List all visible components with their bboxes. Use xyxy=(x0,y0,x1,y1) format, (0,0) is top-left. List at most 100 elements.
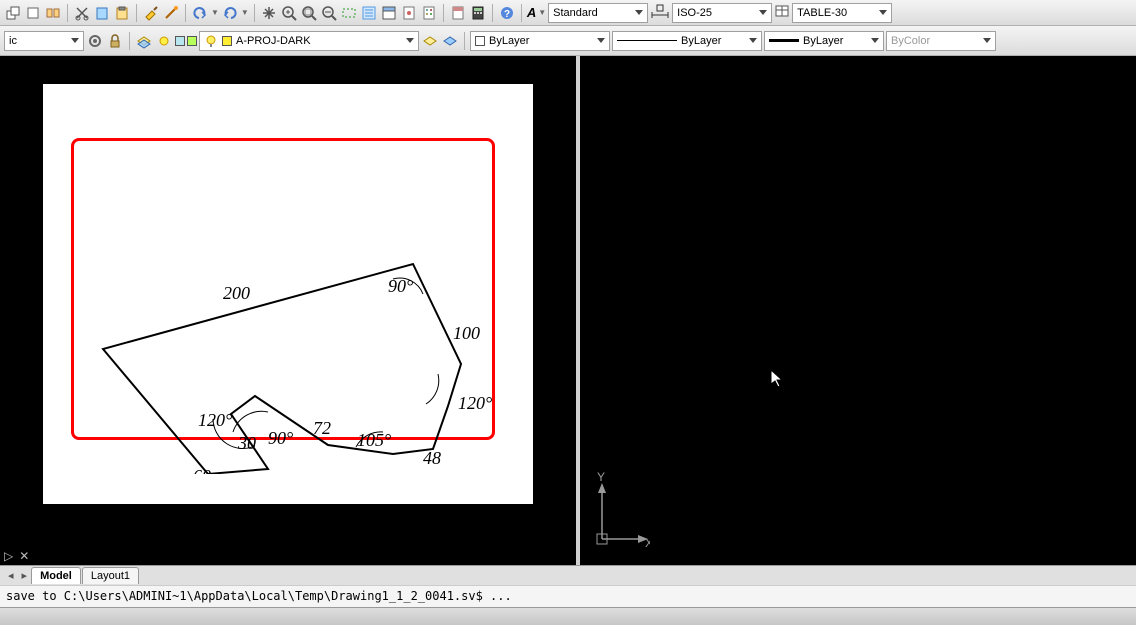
tab-scroll-right[interactable]: ▸ xyxy=(18,569,32,582)
tab-layout1[interactable]: Layout1 xyxy=(82,567,139,584)
linetype-dropdown[interactable]: ByLayer xyxy=(612,31,762,51)
properties-icon[interactable] xyxy=(380,4,398,22)
redo-icon[interactable] xyxy=(221,4,239,22)
tab-model-label: Model xyxy=(40,570,72,582)
color-value: ByLayer xyxy=(489,35,529,47)
angle-90: 90° xyxy=(388,276,413,296)
lineweight-value: ByLayer xyxy=(803,35,843,47)
bulb-icon xyxy=(204,34,218,48)
workspace: 200 100 48 72 30 60 90° 120° 105° 90° 12… xyxy=(0,56,1136,565)
chevron-down-icon xyxy=(635,10,643,15)
help-icon[interactable]: ? xyxy=(498,4,516,22)
left-viewport[interactable]: 200 100 48 72 30 60 90° 120° 105° 90° 12… xyxy=(0,56,576,565)
dim-100: 100 xyxy=(453,323,480,343)
angle-120b: 120° xyxy=(198,410,232,430)
color-dropdown[interactable]: ByLayer xyxy=(470,31,610,51)
color-swatch xyxy=(475,36,485,46)
plotstyle-dropdown[interactable]: ByColor xyxy=(886,31,996,51)
brush-icon[interactable] xyxy=(162,4,180,22)
layer-states-icon[interactable] xyxy=(135,32,153,50)
angle-105: 105° xyxy=(357,430,391,450)
ucs-x-label: X xyxy=(645,536,650,549)
status-bar xyxy=(0,607,1136,625)
toolbar-row-1: ▼ ▼ ? A ▼ Standard ISO-25 TABLE-30 xyxy=(0,0,1136,26)
dim-style-dropdown[interactable]: ISO-25 xyxy=(672,3,772,23)
right-viewport[interactable]: X Y xyxy=(580,56,1136,565)
mini-command: ▷ ✕ xyxy=(4,549,29,563)
svg-text:?: ? xyxy=(504,9,510,20)
zoom-in-icon[interactable] xyxy=(280,4,298,22)
command-line[interactable]: save to C:\Users\ADMINI~1\AppData\Local\… xyxy=(0,585,1136,607)
separator xyxy=(136,4,137,22)
toolbar-row-2: ic A-PROJ-DARK ByLayer ByLayer ByLayer B… xyxy=(0,26,1136,56)
angle-120: 120° xyxy=(458,393,492,413)
layer-next-icon[interactable] xyxy=(441,32,459,50)
redo-dropdown-arrow[interactable]: ▼ xyxy=(241,8,249,17)
separator xyxy=(129,32,130,50)
layer-name: A-PROJ-DARK xyxy=(236,35,311,47)
pan-icon[interactable] xyxy=(260,4,278,22)
ucs-y-label: Y xyxy=(597,470,605,484)
cut-icon[interactable] xyxy=(73,4,91,22)
separator xyxy=(443,4,444,22)
polygon-diagram: 200 100 48 72 30 60 90° 120° 105° 90° 12… xyxy=(83,164,503,474)
chevron-down-icon xyxy=(983,38,991,43)
chevron-down-icon xyxy=(597,38,605,43)
table-style-icon xyxy=(774,3,790,22)
dim-48: 48 xyxy=(423,448,441,468)
tab-scroll-left[interactable]: ◂ xyxy=(4,569,18,582)
lineweight-sample xyxy=(769,39,799,42)
layout-tab-bar: ◂ ▸ Model Layout1 xyxy=(0,565,1136,585)
cmd-prompt-icon[interactable]: ▷ xyxy=(4,549,13,563)
layer-prev-icon[interactable] xyxy=(421,32,439,50)
dim-200: 200 xyxy=(223,283,250,303)
paste-icon[interactable] xyxy=(113,4,131,22)
freeze-swatch[interactable] xyxy=(175,36,185,46)
text-style-dropdown[interactable]: Standard xyxy=(548,3,648,23)
zoom-window-icon[interactable] xyxy=(340,4,358,22)
tool-palette-icon[interactable] xyxy=(420,4,438,22)
dim-30: 30 xyxy=(237,433,256,453)
lock-swatch[interactable] xyxy=(187,36,197,46)
dim-style-value: ISO-25 xyxy=(677,7,712,19)
table-style-dropdown[interactable]: TABLE-30 xyxy=(792,3,892,23)
chevron-down-icon xyxy=(871,38,879,43)
copy-icon[interactable] xyxy=(24,4,42,22)
linetype-value: ByLayer xyxy=(681,35,721,47)
chevron-down-icon xyxy=(749,38,757,43)
layer-sun-icon[interactable] xyxy=(155,32,173,50)
paint-icon[interactable] xyxy=(142,4,160,22)
chevron-down-icon xyxy=(879,10,887,15)
separator xyxy=(185,4,186,22)
layer-color-swatch xyxy=(222,36,232,46)
dim-72: 72 xyxy=(313,418,331,438)
lineweight-dropdown[interactable]: ByLayer xyxy=(764,31,884,51)
separator xyxy=(254,4,255,22)
sheet-icon[interactable] xyxy=(400,4,418,22)
workspace-value: ic xyxy=(9,35,17,47)
layer-dropdown[interactable]: A-PROJ-DARK xyxy=(199,31,419,51)
text-style-icon: A xyxy=(527,5,536,20)
aa-dropdown[interactable]: ▼ xyxy=(538,8,546,17)
gear-icon[interactable] xyxy=(86,32,104,50)
dim-60: 60 xyxy=(193,466,211,474)
lock-icon[interactable] xyxy=(106,32,124,50)
tree-icon[interactable] xyxy=(360,4,378,22)
plotstyle-value: ByColor xyxy=(891,35,930,47)
ucs-icon: X Y xyxy=(590,469,650,549)
cmd-close-icon[interactable]: ✕ xyxy=(19,549,29,563)
workspace-dropdown[interactable]: ic xyxy=(4,31,84,51)
calculator-icon[interactable] xyxy=(469,4,487,22)
undo-dropdown-arrow[interactable]: ▼ xyxy=(211,8,219,17)
table-style-value: TABLE-30 xyxy=(797,7,847,19)
tab-model[interactable]: Model xyxy=(31,567,81,584)
separator xyxy=(492,4,493,22)
zoom-out-icon[interactable] xyxy=(320,4,338,22)
undo-icon[interactable] xyxy=(191,4,209,22)
separator xyxy=(67,4,68,22)
clipboard-copy-icon[interactable] xyxy=(93,4,111,22)
zoom-extents-icon[interactable] xyxy=(300,4,318,22)
match-props-icon[interactable] xyxy=(4,4,22,22)
group-icon[interactable] xyxy=(44,4,62,22)
design-center-icon[interactable] xyxy=(449,4,467,22)
